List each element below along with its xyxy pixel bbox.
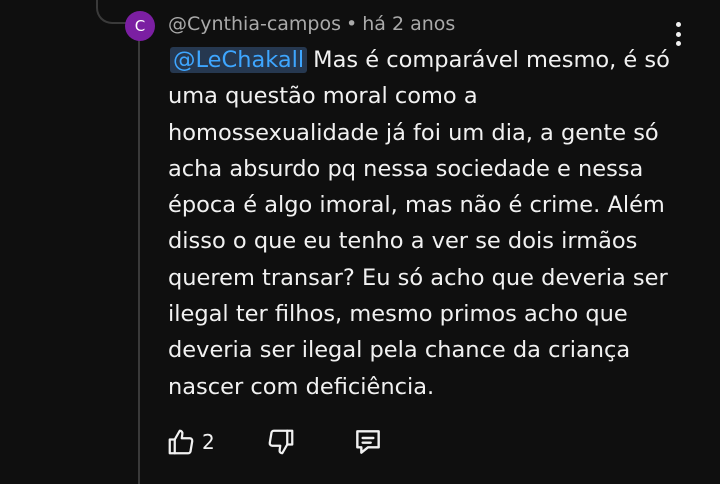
thumbs-up-icon <box>168 429 194 455</box>
comment-line: uma questão moral como a <box>168 83 478 110</box>
avatar[interactable]: C <box>125 11 155 41</box>
avatar-letter: C <box>134 17 146 35</box>
like-button[interactable]: 2 <box>166 424 215 460</box>
comment-line: homossexualidade já foi um dia, a gente … <box>168 119 659 146</box>
comment-time[interactable]: há 2 anos <box>362 13 455 35</box>
comment-header: @Cynthia-campos • há 2 anos <box>168 13 455 35</box>
dislike-button[interactable] <box>266 424 296 460</box>
reply-button[interactable] <box>352 424 384 460</box>
more-vert-icon-dot <box>675 31 681 37</box>
more-vert-icon-dot <box>675 22 681 27</box>
reply-comment-icon <box>356 430 380 454</box>
comment-line: ilegal ter filhos, mesmo primos acho que <box>168 301 628 328</box>
like-count: 2 <box>202 430 215 454</box>
comment-line: querem transar? Eu só acho que deveria s… <box>168 264 668 291</box>
comment-line: disso o que eu tenho a ver se dois irmão… <box>168 228 638 255</box>
comment-line: @LeChakall Mas é comparável mesmo, é só <box>168 42 678 78</box>
author-name[interactable]: @Cynthia-campos <box>168 13 341 35</box>
mention-link[interactable]: @LeChakall <box>170 47 308 73</box>
thread-line <box>138 40 140 484</box>
comment-line: deveria ser ilegal pela chance da crianç… <box>168 337 631 364</box>
comment-line-text: Mas é comparável mesmo, é só <box>313 47 670 73</box>
comment-line: nascer com deficiência. <box>168 373 435 400</box>
comment-text: @LeChakall Mas é comparável mesmo, é só u… <box>168 42 678 405</box>
comment-line: época é algo imoral, mas não é crime. Al… <box>168 192 665 219</box>
comment-line: acha absurdo pq nessa sociedade e nessa <box>168 155 644 182</box>
header-separator: • <box>346 13 358 35</box>
thread-connector <box>96 0 126 24</box>
thumbs-down-icon <box>268 429 294 455</box>
